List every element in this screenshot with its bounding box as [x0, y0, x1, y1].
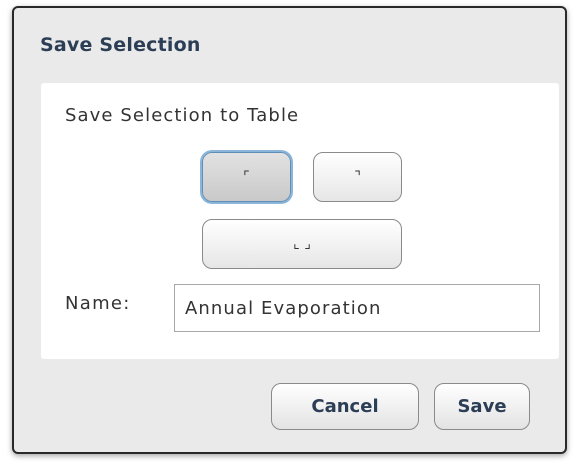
cancel-button[interactable]: Cancel [271, 383, 419, 430]
top-left-corner-button[interactable]: ⌜ [202, 152, 291, 202]
bottom-corners-button[interactable]: ⌞ ⌟ [202, 219, 402, 269]
bottom-corners-icon: ⌞ ⌟ [293, 236, 311, 252]
dialog-title: Save Selection [40, 34, 201, 56]
top-right-corner-button[interactable]: ⌝ [313, 152, 402, 202]
name-label: Name: [65, 293, 131, 314]
top-right-corner-icon: ⌝ [354, 169, 361, 185]
name-input[interactable] [174, 284, 540, 332]
panel-heading: Save Selection to Table [65, 105, 300, 126]
save-selection-panel: Save Selection to Table ⌜ ⌝ ⌞ ⌟ Name: [41, 83, 559, 359]
top-left-corner-icon: ⌜ [243, 169, 250, 185]
save-selection-dialog: Save Selection Save Selection to Table ⌜… [12, 6, 567, 454]
save-button[interactable]: Save [434, 383, 530, 430]
